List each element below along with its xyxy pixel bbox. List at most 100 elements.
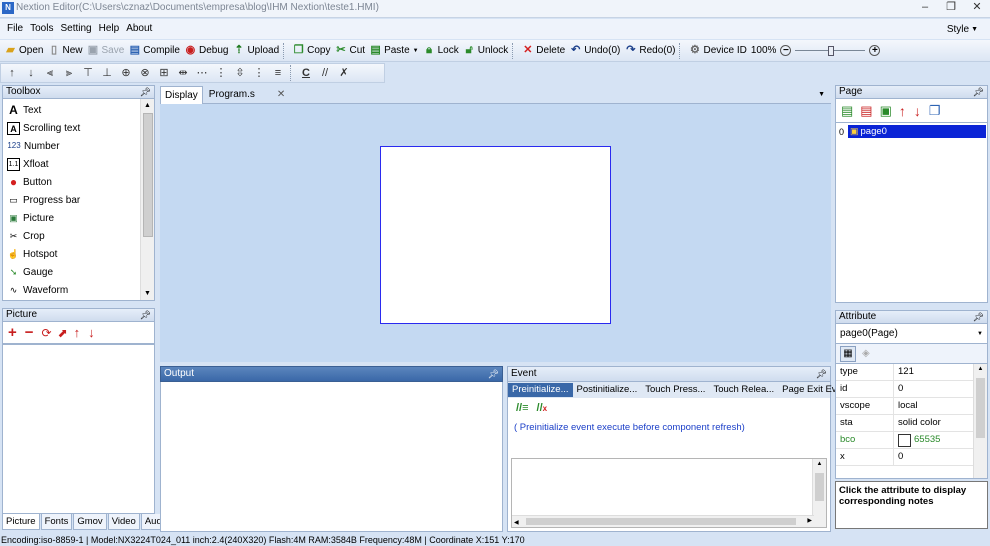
- comment-icon[interactable]: //≡: [516, 402, 529, 414]
- toolbox-item-scrolling-text[interactable]: A Scrolling text: [3, 119, 140, 137]
- center-vertical-icon[interactable]: ⊗: [137, 65, 153, 81]
- distribute-vertical-icon[interactable]: ⋮: [251, 65, 267, 81]
- tab-preinitialize[interactable]: Preinitialize...: [508, 383, 573, 397]
- move-down-icon[interactable]: ↓: [914, 103, 921, 119]
- add-icon[interactable]: +: [8, 324, 17, 341]
- debug-button[interactable]: ◉ Debug: [184, 41, 229, 61]
- distribute-horizontal-icon[interactable]: ⋯: [194, 65, 210, 81]
- attribute-scrollbar[interactable]: ▲: [973, 364, 987, 478]
- copy-button[interactable]: ❐ Copy: [292, 41, 331, 61]
- add-page-icon[interactable]: ▤: [841, 103, 853, 119]
- tab-touch-release[interactable]: Touch Relea...: [709, 383, 778, 397]
- same-height-icon[interactable]: ⇳: [232, 65, 248, 81]
- device-id-button[interactable]: ⚙ Device ID: [688, 41, 747, 61]
- menu-about[interactable]: About: [126, 19, 152, 39]
- align-left-icon[interactable]: ⫷: [42, 65, 58, 81]
- minimize-button[interactable]: –: [912, 0, 938, 16]
- menu-tools[interactable]: Tools: [30, 19, 53, 39]
- comment-icon[interactable]: //: [317, 65, 333, 81]
- toolbox-item-progress-bar[interactable]: ▭ Progress bar: [3, 191, 140, 209]
- copy-page-icon[interactable]: ❐: [929, 103, 941, 119]
- scrollbar-thumb[interactable]: [976, 378, 985, 438]
- tab-touch-press[interactable]: Touch Press...: [641, 383, 709, 397]
- grid-icon[interactable]: ⊞: [156, 65, 172, 81]
- scrollbar-thumb[interactable]: [143, 113, 153, 237]
- pin-icon[interactable]: 📌︎: [973, 311, 984, 323]
- zoom-slider[interactable]: [795, 44, 866, 58]
- toolbox-item-button[interactable]: ● Button: [3, 173, 140, 191]
- page-list-item[interactable]: 0 ▣ page0: [836, 125, 987, 138]
- scroll-up-icon[interactable]: ▲: [141, 102, 154, 109]
- toolbox-item-hotspot[interactable]: ☝ Hotspot: [3, 245, 140, 263]
- zoom-in-button[interactable]: +: [869, 41, 882, 61]
- toolbox-item-xfloat[interactable]: 1.1 Xfloat: [3, 155, 140, 173]
- distribute-spacing-icon[interactable]: ⋮: [213, 65, 229, 81]
- scroll-up-icon[interactable]: ▲: [974, 366, 987, 372]
- compile-button[interactable]: ▤ Compile: [128, 41, 180, 61]
- toolbox-item-text[interactable]: A Text: [3, 101, 140, 119]
- center-horizontal-icon[interactable]: ⊕: [118, 65, 134, 81]
- delete-button[interactable]: ✕ Delete: [521, 41, 565, 61]
- style-menu[interactable]: Style ▼: [947, 19, 978, 39]
- paste-button[interactable]: ▤ Paste ▼: [369, 41, 418, 61]
- move-up-icon[interactable]: ↑: [4, 65, 20, 81]
- close-tab-icon[interactable]: ✕: [277, 89, 285, 100]
- event-code-editor[interactable]: ▲ ◀ ▶: [511, 458, 827, 528]
- tab-postinitialize[interactable]: Postinitialize...: [573, 383, 642, 397]
- redo-button[interactable]: ↷ Redo(0): [624, 41, 675, 61]
- cut-button[interactable]: ✂ Cut: [335, 41, 365, 61]
- same-width-icon[interactable]: ⇹: [175, 65, 191, 81]
- move-up-icon[interactable]: ↑: [74, 325, 81, 340]
- tab-video[interactable]: Video: [107, 514, 140, 530]
- insert-page-icon[interactable]: ▣: [880, 103, 892, 119]
- uncomment-icon[interactable]: ✗: [336, 65, 352, 81]
- scroll-down-icon[interactable]: ▼: [144, 290, 151, 297]
- chevron-down-icon[interactable]: ▼: [818, 91, 825, 98]
- tab-gmov[interactable]: Gmov: [73, 514, 107, 530]
- tab-program-s[interactable]: Program.s: [205, 86, 259, 103]
- save-button[interactable]: ▣ Save: [86, 41, 125, 61]
- pin-icon[interactable]: 📌︎: [140, 309, 151, 321]
- zoom-slider-thumb[interactable]: [828, 45, 835, 56]
- move-down-icon[interactable]: ↓: [23, 65, 39, 81]
- tab-picture[interactable]: Picture: [2, 514, 40, 530]
- tab-fonts[interactable]: Fonts: [40, 514, 73, 530]
- export-icon[interactable]: ⬈: [58, 326, 68, 340]
- uncomment-icon[interactable]: //x: [537, 402, 548, 414]
- move-down-icon[interactable]: ↓: [88, 325, 95, 340]
- sort-alpha-icon[interactable]: ◈: [862, 348, 870, 359]
- pin-icon[interactable]: 📌︎: [973, 86, 984, 98]
- scrollbar-thumb[interactable]: [815, 473, 824, 501]
- new-button[interactable]: ▯ New: [47, 41, 83, 61]
- scrollbar-thumb[interactable]: [526, 518, 796, 525]
- attr-row-type[interactable]: type 121: [836, 364, 974, 381]
- pin-icon[interactable]: 📌︎: [140, 86, 151, 98]
- pin-icon[interactable]: 📌︎: [488, 367, 499, 381]
- color-swatch[interactable]: [898, 433, 911, 447]
- event-hscrollbar[interactable]: ◀ ▶: [512, 515, 814, 527]
- undo-button[interactable]: ↶ Undo(0): [569, 41, 620, 61]
- toolbox-item-number[interactable]: 123 Number: [3, 137, 140, 155]
- menu-setting[interactable]: Setting: [60, 19, 91, 39]
- align-right-icon[interactable]: ⫸: [61, 65, 77, 81]
- attr-row-vscope[interactable]: vscope local: [836, 398, 974, 415]
- attr-row-x[interactable]: x0: [836, 449, 974, 466]
- remove-icon[interactable]: −: [25, 324, 34, 341]
- scroll-right-icon[interactable]: ▶: [807, 517, 812, 524]
- attr-row-bco[interactable]: bco 65535: [836, 432, 974, 449]
- open-button[interactable]: ▰ Open: [4, 41, 43, 61]
- scroll-up-icon[interactable]: ▲: [813, 461, 826, 467]
- code-icon[interactable]: C: [298, 65, 314, 81]
- toolbox-item-crop[interactable]: ✂ Crop: [3, 227, 140, 245]
- tab-display[interactable]: Display: [160, 86, 203, 104]
- attr-row-id[interactable]: id 0: [836, 381, 974, 398]
- upload-button[interactable]: ⇡ Upload: [232, 41, 279, 61]
- page-canvas[interactable]: [380, 146, 611, 324]
- delete-page-icon[interactable]: ▤: [860, 103, 872, 119]
- lock-button[interactable]: 🔒︎ Lock: [423, 41, 459, 61]
- scroll-left-icon[interactable]: ◀: [514, 520, 519, 526]
- vertical-spacing-icon[interactable]: ≡: [270, 65, 286, 81]
- menu-file[interactable]: File: [7, 19, 23, 39]
- close-button[interactable]: ✕: [964, 0, 990, 16]
- menu-help[interactable]: Help: [99, 19, 120, 39]
